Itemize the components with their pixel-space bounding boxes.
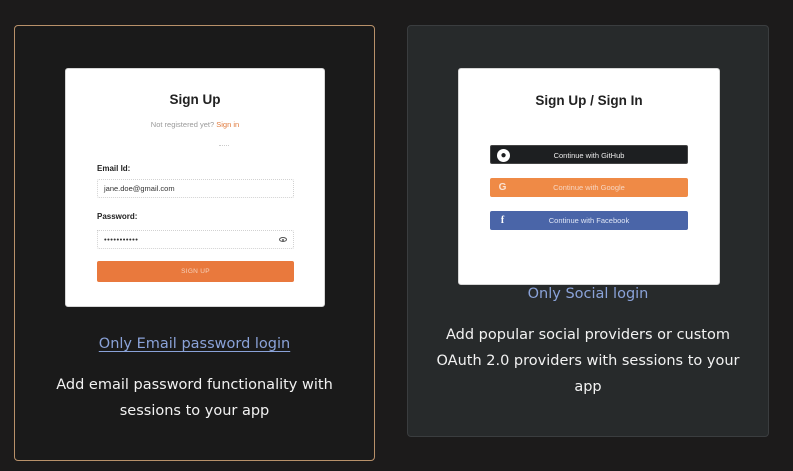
password-field[interactable]: ••••••••••• — [97, 230, 294, 249]
preview-title: Sign Up / Sign In — [535, 93, 643, 108]
email-field[interactable]: jane.doe@gmail.com — [97, 179, 294, 198]
eye-icon[interactable] — [279, 237, 287, 242]
signup-form-preview: Sign Up Not registered yet? Sign in Emai… — [65, 68, 325, 307]
social-signin-preview: Sign Up / Sign In ● Continue with GitHub… — [458, 68, 720, 285]
password-value: ••••••••••• — [104, 235, 139, 244]
social-card-description: Add popular social providers or custom O… — [436, 327, 740, 395]
sign-up-button[interactable]: SIGN UP — [97, 261, 294, 282]
password-label: Password: — [97, 212, 138, 221]
google-button-label: Continue with Google — [553, 183, 625, 192]
sign-in-link[interactable]: Sign in — [216, 120, 239, 129]
facebook-button[interactable]: f Continue with Facebook — [490, 211, 688, 230]
divider — [219, 145, 229, 146]
email-login-link[interactable]: Only Email password login — [15, 336, 374, 352]
github-button[interactable]: ● Continue with GitHub — [490, 145, 688, 164]
email-card-description: Add email password functionality with se… — [56, 377, 333, 419]
github-button-label: Continue with GitHub — [553, 151, 625, 160]
email-label: Email Id: — [97, 164, 131, 173]
email-login-card[interactable]: Sign Up Not registered yet? Sign in Emai… — [14, 25, 375, 461]
facebook-button-label: Continue with Facebook — [548, 216, 630, 225]
facebook-icon: f — [500, 215, 505, 226]
subtitle-text: Not registered yet? — [150, 120, 215, 129]
social-login-link[interactable]: Only Social login — [408, 286, 768, 302]
preview-title: Sign Up — [169, 92, 221, 107]
preview-subtitle: Not registered yet? Sign in — [66, 120, 324, 129]
social-login-card[interactable]: Sign Up / Sign In ● Continue with GitHub… — [407, 25, 769, 437]
google-button[interactable]: G Continue with Google — [490, 178, 688, 197]
google-icon: G — [498, 182, 507, 193]
github-icon: ● — [497, 149, 510, 162]
